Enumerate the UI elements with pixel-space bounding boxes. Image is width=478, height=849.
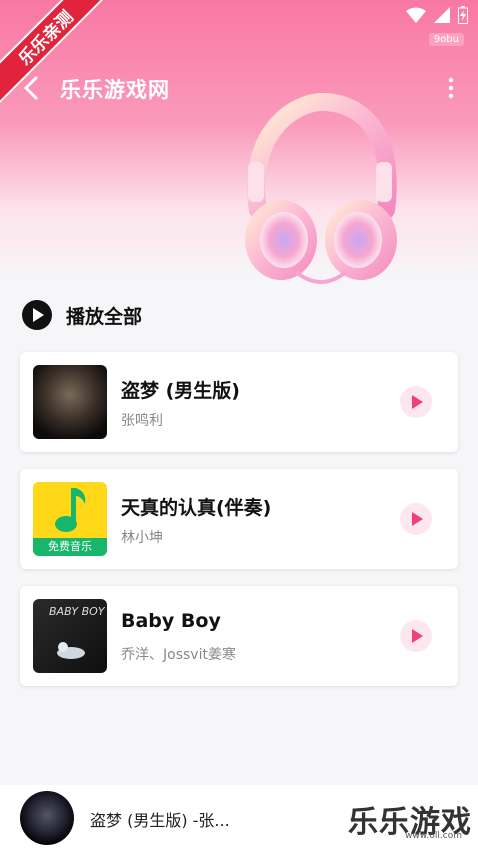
play-button[interactable] (400, 386, 432, 418)
status-bar (406, 6, 468, 24)
album-cover: 免费音乐 (33, 482, 107, 556)
more-options-icon[interactable] (444, 76, 458, 100)
play-all-icon (22, 300, 52, 330)
headphones-illustration (245, 92, 397, 284)
album-cover: BABY BOY (33, 599, 107, 673)
watermark-url: www.6ll.com (405, 831, 462, 841)
play-button[interactable] (400, 503, 432, 535)
song-artist: 林小坤 (121, 530, 163, 546)
now-playing-cover (20, 791, 74, 845)
cover-title: BABY BOY (49, 605, 105, 618)
song-item[interactable]: BABY BOY Baby Boy 乔洋、Jossvit姜寒 (20, 586, 458, 686)
song-item[interactable]: 盗梦 (男生版) 张鸣利 (20, 352, 458, 452)
mini-player[interactable]: 盗梦 (男生版) -张... 乐乐游戏 www.6ll.com (0, 785, 478, 849)
signal-icon (434, 7, 450, 23)
song-title: 盗梦 (男生版) (121, 380, 240, 402)
song-title: 天真的认真(伴奏) (121, 497, 272, 519)
play-all-button[interactable]: 播放全部 (22, 300, 142, 330)
play-button[interactable] (400, 620, 432, 652)
cover-badge: 免费音乐 (33, 538, 107, 556)
song-title: Baby Boy (121, 610, 221, 632)
song-artist: 乔洋、Jossvit姜寒 (121, 647, 236, 663)
album-cover (33, 365, 107, 439)
music-note-icon (55, 488, 86, 532)
song-artist: 张鸣利 (121, 413, 163, 429)
page-title: 乐乐游戏网 (60, 78, 170, 102)
battery-icon (458, 6, 468, 24)
song-item[interactable]: 免费音乐 天真的认真(伴奏) 林小坤 (20, 469, 458, 569)
play-all-label: 播放全部 (66, 305, 143, 328)
wifi-icon (406, 7, 426, 23)
astronaut-figure (57, 642, 85, 659)
status-tag: 9obu (428, 33, 464, 46)
now-playing-title: 盗梦 (男生版) -张... (90, 811, 230, 830)
back-icon[interactable] (20, 74, 44, 102)
